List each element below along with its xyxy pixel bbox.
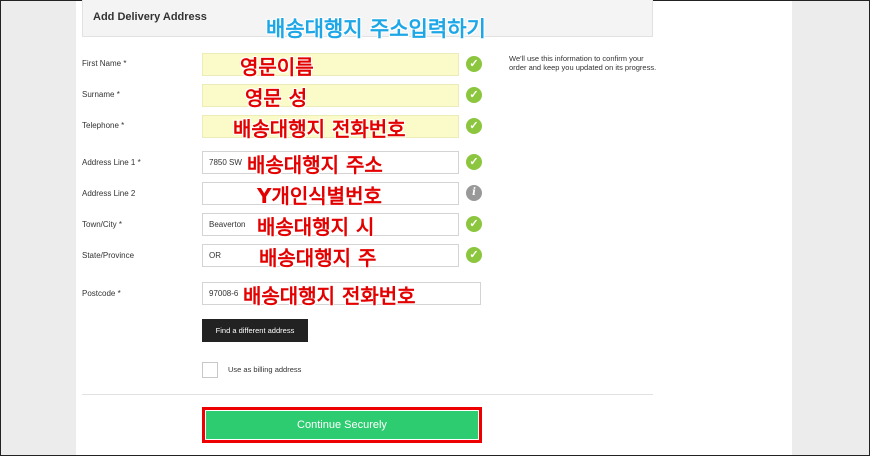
state-province-label-text: State/Province — [82, 251, 135, 260]
right-gutter — [792, 1, 869, 455]
surname-label-text: Surname — [82, 90, 115, 99]
telephone-label: Telephone * — [82, 121, 124, 130]
annotation-title: 배송대행지 주소입력하기 — [266, 17, 486, 41]
info-circle-icon[interactable]: i — [466, 185, 482, 201]
postcode-label-text: Postcode — [82, 289, 116, 298]
required-marker: * — [123, 59, 127, 68]
required-marker: * — [117, 289, 121, 298]
annotation-address-2: Y개인식별번호 — [257, 184, 382, 208]
required-marker: * — [121, 121, 125, 130]
annotation-state: 배송대행지 주 — [259, 246, 377, 270]
postcode-label: Postcode * — [82, 289, 121, 298]
billing-address-checkbox[interactable] — [202, 362, 218, 378]
annotation-address-1: 배송대행지 주소 — [247, 153, 383, 177]
check-circle-icon: ✓ — [466, 87, 482, 103]
annotation-surname: 영문 성 — [245, 86, 308, 110]
surname-input[interactable] — [202, 84, 459, 107]
check-circle-icon: ✓ — [466, 247, 482, 263]
help-text: We'll use this information to confirm yo… — [509, 54, 657, 72]
first-name-label-text: First Name — [82, 59, 122, 68]
find-different-address-button[interactable]: Find a different address — [202, 319, 308, 342]
town-city-label-text: Town/City — [82, 220, 117, 229]
check-circle-icon: ✓ — [466, 56, 482, 72]
annotation-postcode: 배송대행지 전화번호 — [243, 284, 416, 308]
divider — [82, 394, 653, 395]
surname-label: Surname * — [82, 90, 120, 99]
address-line-2-label-text: Address Line 2 — [82, 189, 136, 198]
billing-address-label: Use as billing address — [228, 365, 302, 374]
check-circle-icon: ✓ — [466, 118, 482, 134]
address-line-1-label: Address Line 1 * — [82, 158, 141, 167]
telephone-label-text: Telephone — [82, 121, 119, 130]
first-name-label: First Name * — [82, 59, 126, 68]
address-line-1-label-text: Address Line 1 — [82, 158, 136, 167]
address-line-2-label: Address Line 2 — [82, 189, 135, 198]
check-circle-icon: ✓ — [466, 154, 482, 170]
annotation-telephone: 배송대행지 전화번호 — [233, 117, 406, 141]
annotation-city: 배송대행지 시 — [257, 215, 375, 239]
required-marker: * — [137, 158, 141, 167]
section-title: Add Delivery Address — [93, 11, 207, 23]
left-gutter — [1, 1, 76, 455]
town-city-label: Town/City * — [82, 220, 122, 229]
continue-securely-button[interactable]: Continue Securely — [206, 411, 478, 439]
state-province-label: State/Province — [82, 251, 134, 260]
check-circle-icon: ✓ — [466, 216, 482, 232]
required-marker: * — [118, 220, 123, 229]
annotation-first-name: 영문이름 — [240, 55, 314, 79]
required-marker: * — [116, 90, 120, 99]
